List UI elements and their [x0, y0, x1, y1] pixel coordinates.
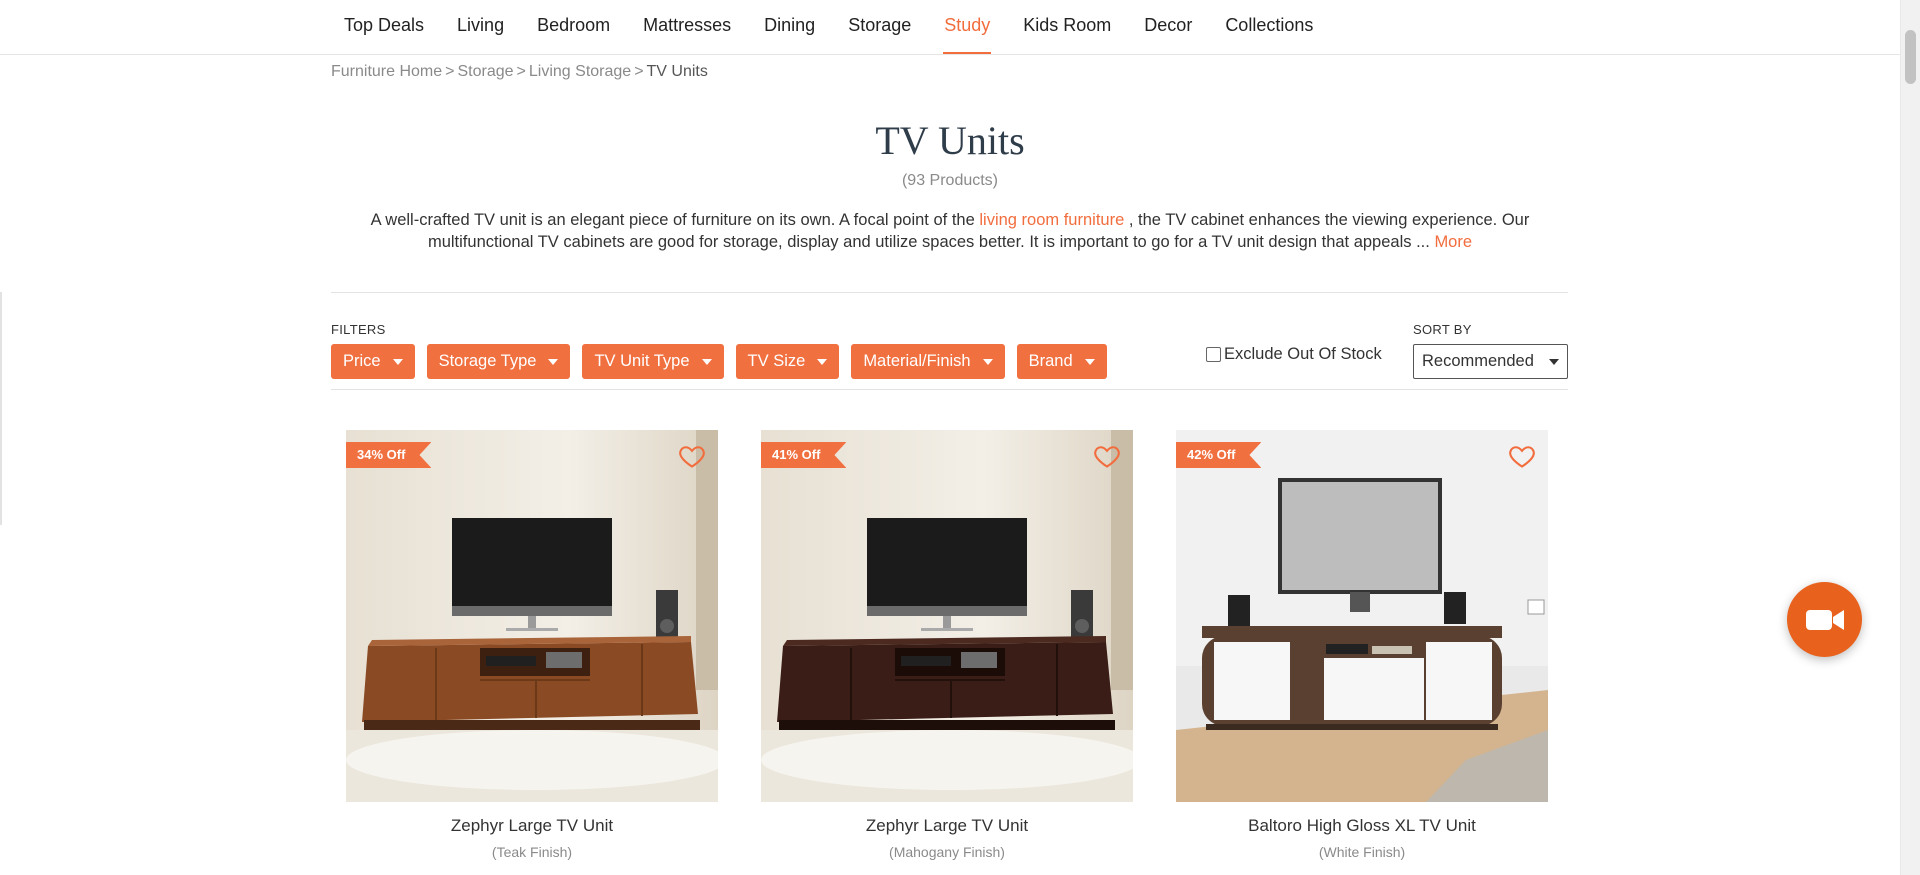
product-image[interactable]: 42% Off	[1176, 430, 1548, 802]
product-name[interactable]: Zephyr Large TV Unit	[761, 816, 1133, 836]
vertical-scrollbar[interactable]	[1900, 0, 1920, 875]
wishlist-heart-icon[interactable]	[1508, 442, 1536, 470]
product-card[interactable]: 42% Off Baltoro High Gloss XL TV Unit (W…	[1176, 430, 1548, 860]
living-room-furniture-link[interactable]: living room furniture	[979, 211, 1124, 229]
product-image[interactable]: 34% Off	[346, 430, 718, 802]
filter-material-finish-button[interactable]: Material/Finish	[851, 344, 1005, 379]
sort-selected-value: Recommended	[1422, 352, 1534, 370]
discount-badge: 41% Off	[761, 442, 847, 468]
nav-item-kids-room[interactable]: Kids Room	[1010, 0, 1124, 54]
product-card[interactable]: 34% Off Zephyr Large TV Unit (Teak Finis…	[346, 430, 718, 860]
exclude-out-of-stock-label[interactable]: Exclude Out Of Stock	[1224, 345, 1382, 364]
nav-item-storage[interactable]: Storage	[835, 0, 924, 54]
breadcrumb-separator: >	[445, 63, 455, 80]
filter-tv-unit-type-button[interactable]: TV Unit Type	[582, 344, 724, 379]
tv-unit-mahogany-image	[761, 430, 1133, 802]
left-edge-tab	[0, 292, 2, 525]
filter-label: Material/Finish	[863, 352, 971, 370]
breadcrumb-separator: >	[634, 63, 644, 80]
product-count: (93 Products)	[901, 172, 999, 189]
product-finish: (White Finish)	[1318, 844, 1406, 860]
nav-item-top-deals[interactable]: Top Deals	[331, 0, 437, 54]
nav-item-mattresses[interactable]: Mattresses	[630, 0, 744, 54]
nav-item-study[interactable]: Study	[931, 0, 1003, 54]
filter-label: Price	[343, 352, 381, 370]
wishlist-heart-icon[interactable]	[678, 442, 706, 470]
caret-down-icon	[701, 358, 712, 365]
category-description: A well-crafted TV unit is an elegant pie…	[350, 209, 1550, 253]
caret-down-icon	[1084, 358, 1095, 365]
breadcrumb-separator: >	[516, 63, 526, 80]
discount-badge: 42% Off	[1176, 442, 1262, 468]
filter-brand-button[interactable]: Brand	[1016, 344, 1107, 379]
sort-select[interactable]: Recommended	[1413, 344, 1568, 379]
exclude-out-of-stock: Exclude Out Of Stock	[1206, 345, 1382, 364]
product-image[interactable]: 41% Off	[761, 430, 1133, 802]
video-camera-icon	[1805, 609, 1844, 630]
breadcrumb-living-storage[interactable]: Living Storage	[529, 63, 631, 80]
filter-label: TV Size	[747, 352, 806, 370]
divider	[331, 389, 1568, 390]
exclude-out-of-stock-checkbox[interactable]	[1206, 347, 1221, 362]
filters-label: FILTERS	[331, 322, 386, 337]
nav-item-collections[interactable]: Collections	[1212, 0, 1326, 54]
caret-down-icon	[548, 358, 559, 365]
nav-item-dining[interactable]: Dining	[751, 0, 828, 54]
wishlist-heart-icon[interactable]	[1093, 442, 1121, 470]
description-text-1: A well-crafted TV unit is an elegant pie…	[370, 211, 980, 229]
nav-list: Top Deals Living Bedroom Mattresses Dini…	[331, 0, 1333, 54]
filter-label: TV Unit Type	[594, 352, 690, 370]
top-navigation: Top Deals Living Bedroom Mattresses Dini…	[0, 0, 1900, 55]
nav-item-bedroom[interactable]: Bedroom	[524, 0, 623, 54]
filter-price-button[interactable]: Price	[331, 344, 415, 379]
discount-badge: 34% Off	[346, 442, 432, 468]
scrollbar-thumb[interactable]	[1905, 30, 1916, 84]
caret-down-icon	[1549, 358, 1559, 365]
sort-by-label: SORT BY	[1413, 322, 1472, 337]
breadcrumb: Furniture Home > Storage > Living Storage > TV…	[331, 63, 708, 81]
page-title: TV Units	[875, 118, 1025, 163]
product-finish: (Teak Finish)	[491, 844, 573, 860]
filter-tv-size-button[interactable]: TV Size	[735, 344, 840, 379]
product-card[interactable]: 41% Off Zephyr Large TV Unit (Mahogany F…	[761, 430, 1133, 860]
tv-unit-white-gloss-image	[1176, 430, 1548, 802]
filter-bar: Price Storage Type TV Unit Type TV Size …	[331, 344, 1119, 379]
more-link[interactable]: More	[1434, 233, 1472, 251]
divider	[331, 292, 1568, 293]
nav-item-decor[interactable]: Decor	[1131, 0, 1205, 54]
product-name[interactable]: Baltoro High Gloss XL TV Unit	[1176, 816, 1548, 836]
product-name[interactable]: Zephyr Large TV Unit	[346, 816, 718, 836]
caret-down-icon	[392, 358, 403, 365]
breadcrumb-furniture-home[interactable]: Furniture Home	[331, 63, 442, 80]
caret-down-icon	[817, 358, 828, 365]
filter-storage-type-button[interactable]: Storage Type	[426, 344, 571, 379]
filter-label: Storage Type	[438, 352, 537, 370]
video-call-button[interactable]	[1787, 582, 1862, 657]
breadcrumb-storage[interactable]: Storage	[458, 63, 514, 80]
breadcrumb-current: TV Units	[646, 63, 708, 80]
filter-label: Brand	[1028, 352, 1073, 370]
tv-unit-teak-image	[346, 430, 718, 802]
product-finish: (Mahogany Finish)	[889, 844, 1005, 860]
nav-item-living[interactable]: Living	[444, 0, 517, 54]
caret-down-icon	[982, 358, 993, 365]
